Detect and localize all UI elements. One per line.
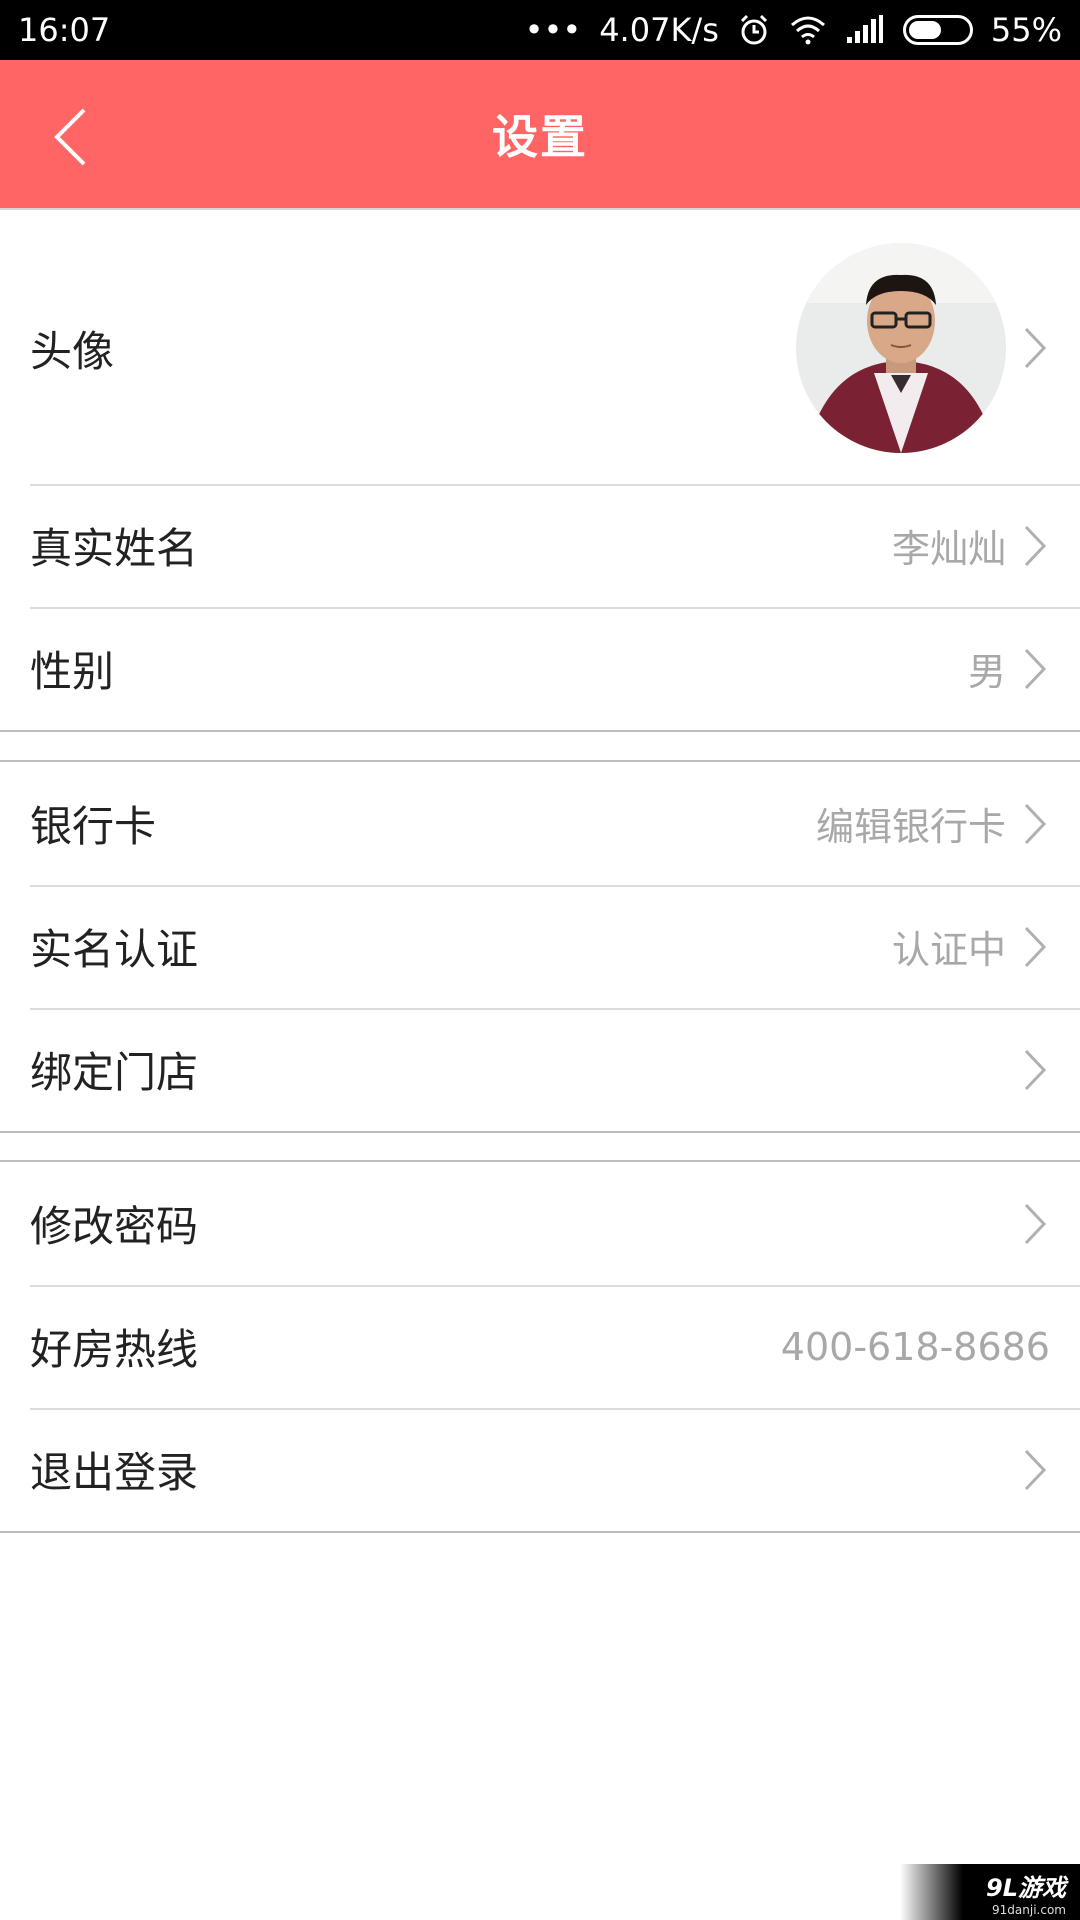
watermark-site: 91danji.com: [992, 1902, 1066, 1917]
wifi-icon: [789, 15, 827, 45]
real-name-verification-row[interactable]: 实名认证 认证中: [0, 885, 1080, 1008]
hotline-number[interactable]: 400-618-8686: [781, 1325, 1050, 1369]
chevron-right-icon: [1020, 1200, 1050, 1248]
bank-card-label: 银行卡: [30, 802, 157, 851]
verification-label: 实名认证: [30, 925, 199, 974]
logout-row[interactable]: 退出登录: [0, 1408, 1080, 1531]
bank-card-value: 编辑银行卡: [815, 805, 1006, 849]
bind-store-label: 绑定门店: [30, 1048, 199, 1097]
status-time: 16:07: [18, 11, 111, 49]
real-name-value: 李灿灿: [891, 527, 1006, 571]
status-bar: 16:07 ••• 4.07K/s 55%: [0, 0, 1080, 60]
alarm-icon: [737, 13, 771, 47]
gender-row[interactable]: 性别 男: [0, 607, 1080, 730]
verification-status: 认证中: [891, 928, 1006, 972]
chevron-right-icon: [1020, 522, 1050, 570]
change-password-label: 修改密码: [30, 1202, 199, 1251]
chevron-left-icon: [54, 108, 86, 166]
chevron-right-icon: [1020, 923, 1050, 971]
hotline-row[interactable]: 好房热线 400-618-8686: [0, 1285, 1080, 1408]
misc-section: 修改密码 好房热线 400-618-8686 退出登录: [0, 1160, 1080, 1533]
watermark: 9L游戏 91danji.com: [900, 1864, 1080, 1920]
avatar-label: 头像: [30, 326, 115, 376]
profile-section: 头像 真实姓名 李灿灿 性别 男: [0, 212, 1080, 732]
chevron-right-icon: [1020, 1446, 1050, 1494]
network-speed: 4.07K/s: [599, 11, 719, 49]
app-header: 设置: [0, 60, 1080, 210]
chevron-right-icon: [1020, 1046, 1050, 1094]
chevron-right-icon: [1020, 324, 1050, 372]
change-password-row[interactable]: 修改密码: [0, 1162, 1080, 1285]
bank-card-row[interactable]: 银行卡 编辑银行卡: [0, 762, 1080, 885]
back-button[interactable]: [40, 102, 100, 172]
gender-label: 性别: [30, 647, 115, 696]
account-section: 银行卡 编辑银行卡 实名认证 认证中 绑定门店: [0, 760, 1080, 1133]
real-name-label: 真实姓名: [30, 524, 199, 573]
battery-percent: 55%: [990, 11, 1062, 49]
page-title: 设置: [492, 110, 588, 164]
watermark-logo: 9L游戏: [986, 1873, 1066, 1902]
status-indicators: ••• 4.07K/s 55%: [525, 11, 1062, 49]
more-dots-icon: •••: [524, 11, 582, 49]
chevron-right-icon: [1020, 645, 1050, 693]
chevron-right-icon: [1020, 800, 1050, 848]
logout-label: 退出登录: [30, 1448, 199, 1497]
battery-icon: [902, 15, 973, 45]
hotline-label: 好房热线: [30, 1325, 199, 1374]
gender-value: 男: [967, 650, 1006, 694]
avatar-row[interactable]: 头像: [0, 212, 1080, 484]
real-name-row[interactable]: 真实姓名 李灿灿: [0, 484, 1080, 607]
avatar: [796, 243, 1006, 453]
bind-store-row[interactable]: 绑定门店: [0, 1008, 1080, 1131]
signal-icon: [845, 15, 885, 45]
